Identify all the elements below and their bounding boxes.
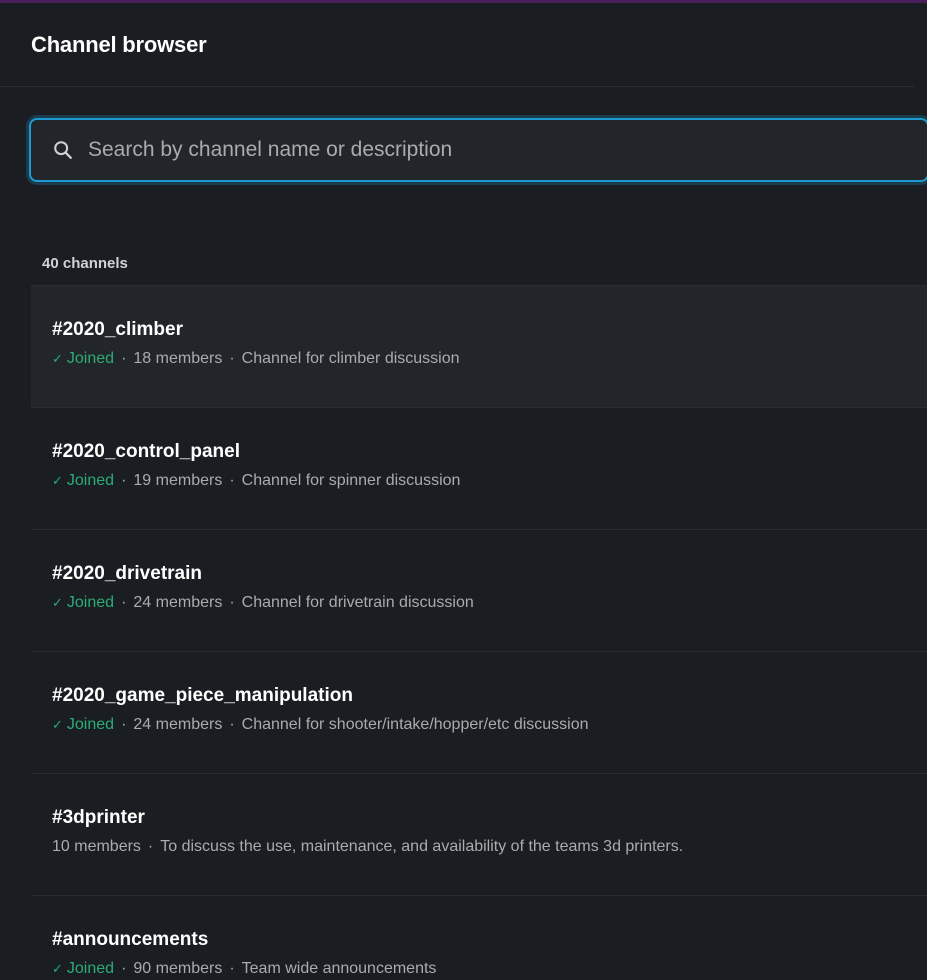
- channel-row[interactable]: #announcements ✓ Joined · 90 members · Team w…: [31, 895, 927, 980]
- channel-meta: ✓ Joined · 18 members · Channel for climber d…: [52, 348, 927, 370]
- separator-dot: ·: [121, 350, 127, 367]
- joined-status: ✓ Joined: [52, 716, 114, 733]
- separator-dot: ·: [121, 960, 127, 977]
- member-count: 24 members: [133, 716, 223, 733]
- separator-dot: ·: [147, 838, 154, 855]
- channel-description: To discuss the use, maintenance, and ava…: [160, 838, 684, 855]
- check-icon: ✓: [52, 717, 63, 732]
- member-count: 90 members: [133, 960, 223, 977]
- channel-row[interactable]: #2020_control_panel ✓ Joined · 19 members · C…: [31, 407, 927, 529]
- separator-dot: ·: [229, 960, 235, 977]
- joined-status: ✓ Joined: [52, 350, 114, 367]
- channel-description: Team wide announcements: [241, 960, 437, 977]
- joined-label: Joined: [66, 960, 115, 977]
- channel-name[interactable]: #2020_climber: [52, 318, 927, 342]
- joined-status: ✓ Joined: [52, 472, 114, 489]
- member-count: 10 members: [52, 838, 141, 855]
- search-box[interactable]: [29, 118, 927, 182]
- channel-name[interactable]: #2020_control_panel: [52, 440, 927, 464]
- page-title: Channel browser: [31, 31, 207, 57]
- separator-dot: ·: [121, 716, 127, 733]
- check-icon: ✓: [52, 595, 63, 610]
- channel-meta: ✓ Joined · 90 members · Team wide announcemen…: [52, 958, 927, 980]
- header: Channel browser: [0, 3, 914, 87]
- channel-count: 40 channels: [42, 255, 128, 272]
- channel-row[interactable]: #2020_drivetrain ✓ Joined · 24 members · Chan…: [31, 529, 927, 651]
- member-count: 24 members: [133, 594, 223, 611]
- channel-name[interactable]: #3dprinter: [52, 806, 927, 830]
- separator-dot: ·: [121, 472, 127, 489]
- channel-name[interactable]: #2020_drivetrain: [52, 562, 927, 586]
- channel-row[interactable]: #3dprinter 10 members · To discuss the use…: [31, 773, 927, 895]
- separator-dot: ·: [121, 594, 127, 611]
- check-icon: ✓: [52, 961, 63, 976]
- joined-label: Joined: [66, 472, 115, 489]
- channel-meta: ✓ Joined · 24 members · Channel for drivetrai…: [52, 592, 927, 614]
- joined-label: Joined: [66, 350, 115, 367]
- joined-status: ✓ Joined: [52, 960, 114, 977]
- member-count: 19 members: [133, 472, 223, 489]
- joined-label: Joined: [66, 594, 115, 611]
- channel-name[interactable]: #2020_game_piece_manipulation: [52, 684, 927, 708]
- channel-meta: ✓ Joined · 19 members · Channel for spinner d…: [52, 470, 927, 492]
- check-icon: ✓: [52, 473, 63, 488]
- search-icon: [54, 141, 72, 159]
- channel-name[interactable]: #announcements: [52, 928, 927, 952]
- channel-description: Channel for spinner discussion: [241, 472, 461, 489]
- channel-row[interactable]: #2020_climber ✓ Joined · 18 members · Channel…: [31, 285, 927, 407]
- joined-status: ✓ Joined: [52, 594, 114, 611]
- separator-dot: ·: [229, 594, 235, 611]
- channel-description: Channel for climber discussion: [241, 350, 460, 367]
- channel-browser-window: Channel browser 40 channels #2020_climbe…: [0, 0, 927, 980]
- member-count: 18 members: [133, 350, 223, 367]
- separator-dot: ·: [229, 472, 235, 489]
- separator-dot: ·: [229, 350, 235, 367]
- search-input[interactable]: [88, 130, 927, 170]
- channel-meta: ✓ Joined · 24 members · Channel for shooter/i…: [52, 714, 927, 736]
- separator-dot: ·: [229, 716, 235, 733]
- check-icon: ✓: [52, 351, 63, 366]
- channel-list: #2020_climber ✓ Joined · 18 members · Channel…: [31, 285, 927, 980]
- channel-row[interactable]: #2020_game_piece_manipulation ✓ Joined · 24…: [31, 651, 927, 773]
- channel-meta: 10 members · To discuss the use, maintenan…: [52, 836, 927, 858]
- channel-description: Channel for drivetrain discussion: [241, 594, 474, 611]
- channel-description: Channel for shooter/intake/hopper/etc di…: [241, 716, 589, 733]
- joined-label: Joined: [66, 716, 115, 733]
